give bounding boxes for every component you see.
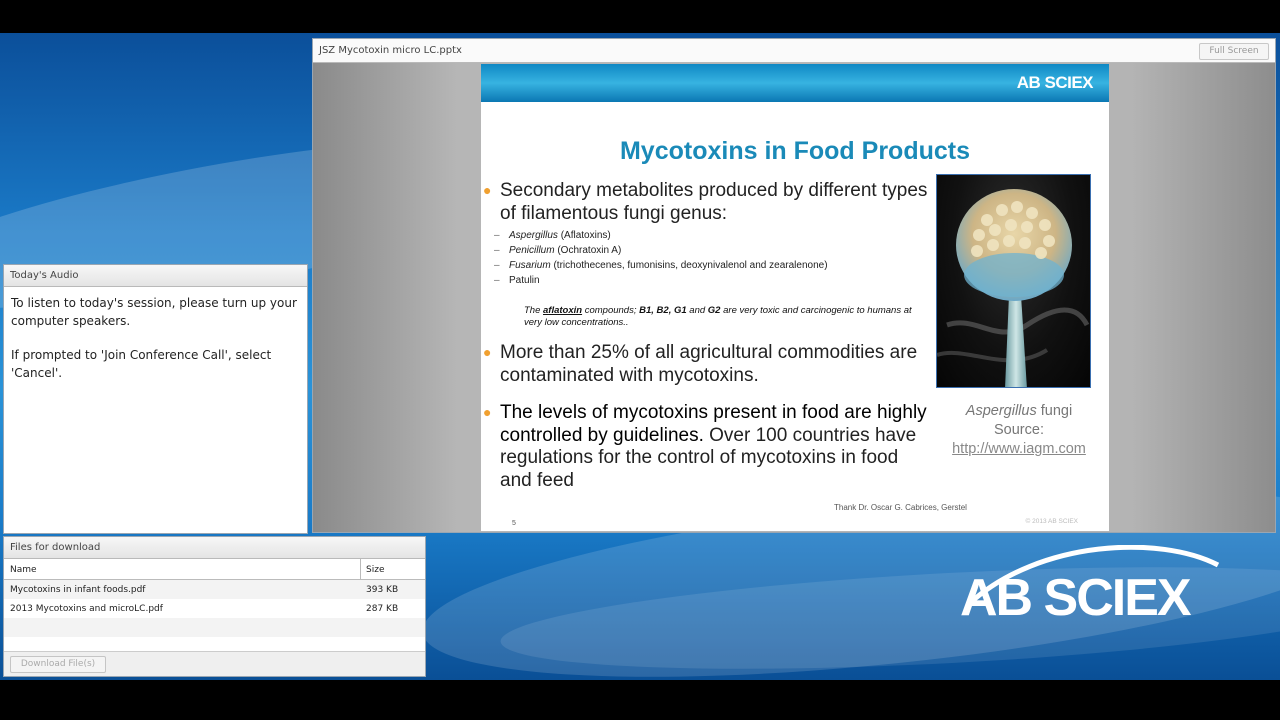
presentation-slide: AB SCIEX Mycotoxins in Food Products ● S… bbox=[481, 64, 1109, 531]
dash-icon: – bbox=[494, 230, 500, 241]
slide-title: Mycotoxins in Food Products bbox=[619, 137, 970, 165]
meeting-room: JSZ Mycotoxin micro LC.pptx Full Screen … bbox=[0, 0, 1280, 720]
file-size: 287 KB bbox=[366, 604, 399, 614]
source-link[interactable]: http://www.iagm.com bbox=[936, 440, 1102, 459]
audio-instruction: To listen to today's session, please tur… bbox=[11, 296, 297, 328]
slide-subitem: – Patulin bbox=[494, 275, 540, 286]
full-screen-button[interactable]: Full Screen bbox=[1199, 43, 1269, 60]
files-pod-footer: Download File(s) bbox=[4, 651, 425, 676]
slide-subitem: – Fusarium (trichothecenes, fumonisins, d… bbox=[494, 260, 828, 271]
files-pod: Files for download Name Size Mycotoxins … bbox=[3, 536, 426, 677]
slide-number: 5 bbox=[512, 520, 516, 527]
table-row[interactable]: Mycotoxins in infant foods.pdf 393 KB bbox=[4, 580, 425, 599]
slide-bullet: ● More than 25% of all agricultural comm… bbox=[483, 342, 930, 387]
bullet-text: More than 25% of all agricultural commod… bbox=[500, 342, 918, 386]
slide-logo: AB SCIEX bbox=[1016, 73, 1094, 92]
file-name: Mycotoxins in infant foods.pdf bbox=[10, 585, 146, 595]
size-column-header[interactable]: Size bbox=[366, 565, 384, 575]
dash-icon: – bbox=[494, 275, 500, 286]
empty-row bbox=[4, 618, 425, 637]
share-pod-title: JSZ Mycotoxin micro LC.pptx bbox=[319, 45, 462, 56]
dash-icon: – bbox=[494, 260, 500, 271]
slide-bullet: ● Secondary metabolites produced by diff… bbox=[483, 180, 930, 225]
audio-instruction: If prompted to 'Join Conference Call', s… bbox=[11, 348, 272, 380]
slide-credit: Thank Dr. Oscar G. Cabrices, Gerstel bbox=[834, 503, 967, 512]
file-name: 2013 Mycotoxins and microLC.pdf bbox=[10, 604, 163, 614]
aspergillus-fungi-image bbox=[936, 174, 1091, 388]
fungi-caption: Aspergillus fungi Source: http://www.iag… bbox=[936, 402, 1102, 459]
files-pod-title: Files for download bbox=[10, 542, 101, 553]
files-table-header: Name Size bbox=[4, 559, 425, 580]
audio-pod-title: Today's Audio bbox=[10, 270, 79, 281]
slide-subitem: – Aspergillus (Aflatoxins) bbox=[494, 230, 611, 241]
column-divider[interactable] bbox=[360, 559, 361, 580]
file-size: 393 KB bbox=[366, 585, 399, 595]
slide-subitem: – Penicillum (Ochratoxin A) bbox=[494, 245, 622, 256]
ab-sciex-logo: AB SCIEX bbox=[950, 544, 1230, 627]
slide-copyright: © 2013 AB SCIEX bbox=[1025, 518, 1079, 525]
aflatoxin-note: The aflatoxin compounds; B1, B2, G1 and … bbox=[524, 305, 912, 328]
name-column-header[interactable]: Name bbox=[10, 565, 37, 575]
bullet-dot-icon: ● bbox=[483, 182, 492, 198]
slide-bullet: ● The levels of mycotoxins present in fo… bbox=[483, 402, 930, 492]
bullet-dot-icon: ● bbox=[483, 344, 492, 360]
share-content-area: AB SCIEX Mycotoxins in Food Products ● S… bbox=[313, 63, 1275, 532]
audio-pod: Today's Audio To listen to today's sessi… bbox=[3, 264, 308, 534]
slide-banner: AB SCIEX bbox=[481, 64, 1109, 102]
svg-text:AB SCIEX: AB SCIEX bbox=[960, 569, 1192, 625]
dash-icon: – bbox=[494, 245, 500, 256]
audio-pod-body: To listen to today's session, please tur… bbox=[4, 287, 307, 405]
share-pod-header: JSZ Mycotoxin micro LC.pptx bbox=[313, 39, 1275, 63]
table-row[interactable]: 2013 Mycotoxins and microLC.pdf 287 KB bbox=[4, 599, 425, 618]
bullet-text: Secondary metabolites produced by differ… bbox=[500, 180, 928, 224]
files-pod-header: Files for download bbox=[4, 537, 425, 559]
download-files-button[interactable]: Download File(s) bbox=[10, 656, 106, 673]
bullet-dot-icon: ● bbox=[483, 404, 492, 420]
share-pod: JSZ Mycotoxin micro LC.pptx Full Screen … bbox=[312, 38, 1276, 533]
audio-pod-header: Today's Audio bbox=[4, 265, 307, 287]
